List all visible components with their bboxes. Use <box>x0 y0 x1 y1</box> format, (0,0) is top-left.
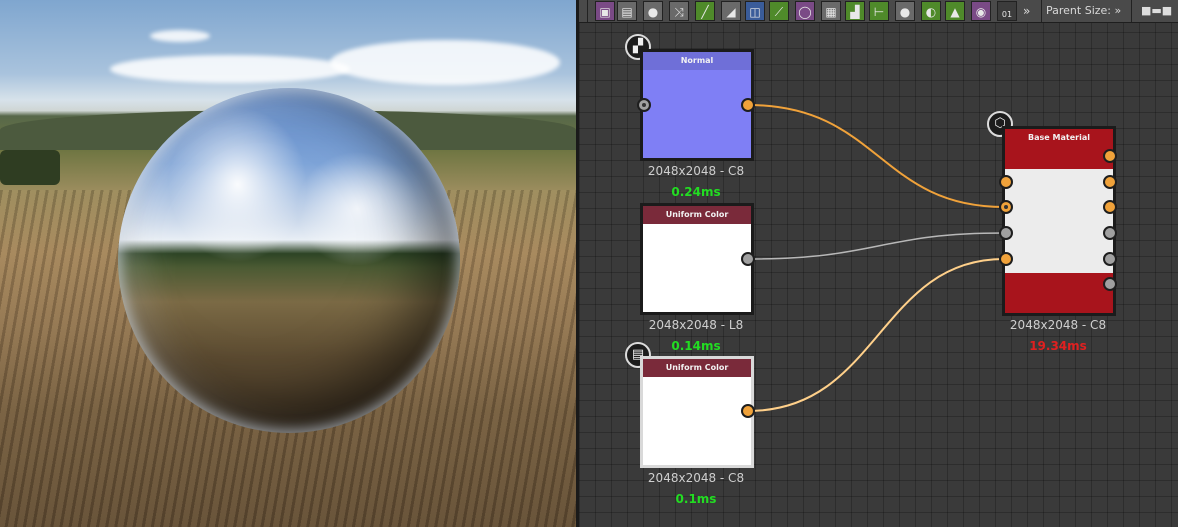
curve-icon[interactable]: ╱ <box>695 1 715 21</box>
shuffle-icon[interactable]: ⤨ <box>669 1 689 21</box>
toolbar-separator <box>587 0 588 22</box>
histogram-icon[interactable]: ▲ <box>945 1 965 21</box>
input-port[interactable] <box>999 252 1013 266</box>
image-icon[interactable]: ▣ <box>595 1 615 21</box>
node-header-band <box>1005 147 1113 169</box>
output-port[interactable] <box>1103 200 1117 214</box>
node-footer-band <box>1005 273 1113 313</box>
output-port[interactable] <box>1103 252 1117 266</box>
output-port[interactable] <box>741 98 755 112</box>
3d-viewport[interactable] <box>0 0 576 527</box>
grid-icon[interactable]: ▦ <box>821 1 841 21</box>
levels-icon[interactable]: ▟ <box>845 1 865 21</box>
node-resolution: 2048x2048 - L8 <box>648 318 744 332</box>
parent-size-label: Parent Size: <box>1046 4 1111 17</box>
normal-node[interactable]: Normal <box>640 49 754 161</box>
cloud <box>330 40 560 85</box>
sphere-rim-highlight <box>118 88 460 433</box>
output-port[interactable] <box>1103 226 1117 240</box>
node-resolution: 2048x2048 - C8 <box>647 164 745 178</box>
node-time: 0.24ms <box>671 185 721 199</box>
transform-icon[interactable]: ◫ <box>745 1 765 21</box>
circle-icon[interactable]: ◯ <box>795 1 815 21</box>
node-resolution: 2048x2048 - C8 <box>647 471 745 485</box>
toolbar-separator <box>1131 0 1132 22</box>
input-port[interactable] <box>637 98 651 112</box>
input-port[interactable] <box>999 175 1013 189</box>
node-time: 19.34ms <box>1029 339 1087 353</box>
input-port[interactable] <box>999 200 1013 214</box>
drop-icon[interactable]: ● <box>643 1 663 21</box>
contrast-icon[interactable]: ◐ <box>921 1 941 21</box>
node-resolution: 2048x2048 - C8 <box>1009 318 1107 332</box>
input-port[interactable] <box>999 226 1013 240</box>
node-title: Uniform Color <box>643 359 751 377</box>
more-tools-icon[interactable]: » <box>1023 0 1030 22</box>
output-port[interactable] <box>741 404 755 418</box>
cloud <box>110 55 350 83</box>
noise-label: 01 <box>1001 10 1013 19</box>
node-title: Normal <box>643 52 751 70</box>
tree-line <box>0 150 60 185</box>
gradient-icon[interactable]: ⟋ <box>769 1 789 21</box>
connection-wire <box>747 258 1005 412</box>
parent-size-chevron-icon: » <box>1114 4 1122 17</box>
output-port[interactable] <box>1103 175 1117 189</box>
output-port[interactable] <box>1103 149 1117 163</box>
toolbar-separator <box>1041 0 1042 22</box>
document-icon[interactable]: ▤ <box>617 1 637 21</box>
uniform-color-node[interactable]: Uniform Color <box>640 356 754 468</box>
link-icon[interactable]: ● <box>895 1 915 21</box>
node-graph-panel[interactable]: ▣ ▤ ● ⤨ ╱ ◢ ◫ ⟋ ◯ ▦ ▟ ⊢ ● ◐ ▲ ◉ 01 » Par… <box>579 0 1178 527</box>
output-port[interactable] <box>741 252 755 266</box>
connection-wire <box>747 104 1005 208</box>
color-wheel-icon[interactable]: ◉ <box>971 1 991 21</box>
node-title: Base Material <box>1005 129 1113 147</box>
output-port[interactable] <box>1103 277 1117 291</box>
connection-wire <box>747 232 1005 260</box>
node-title: Uniform Color <box>643 206 751 224</box>
node-time: 0.1ms <box>675 492 717 506</box>
noise-icon[interactable]: 01 <box>997 1 1017 21</box>
cloud <box>150 30 210 42</box>
link-nodes-icon[interactable]: ■▬■ <box>1141 4 1172 18</box>
uniform-color-node[interactable]: Uniform Color <box>640 203 754 315</box>
blend-icon[interactable]: ◢ <box>721 1 741 21</box>
base-material-node[interactable]: Base Material <box>1002 126 1116 316</box>
parent-size-dropdown[interactable]: Parent Size: » <box>1046 0 1121 22</box>
graph-toolbar: ▣ ▤ ● ⤨ ╱ ◢ ◫ ⟋ ◯ ▦ ▟ ⊢ ● ◐ ▲ ◉ 01 » Par… <box>579 0 1178 23</box>
tree-icon[interactable]: ⊢ <box>869 1 889 21</box>
